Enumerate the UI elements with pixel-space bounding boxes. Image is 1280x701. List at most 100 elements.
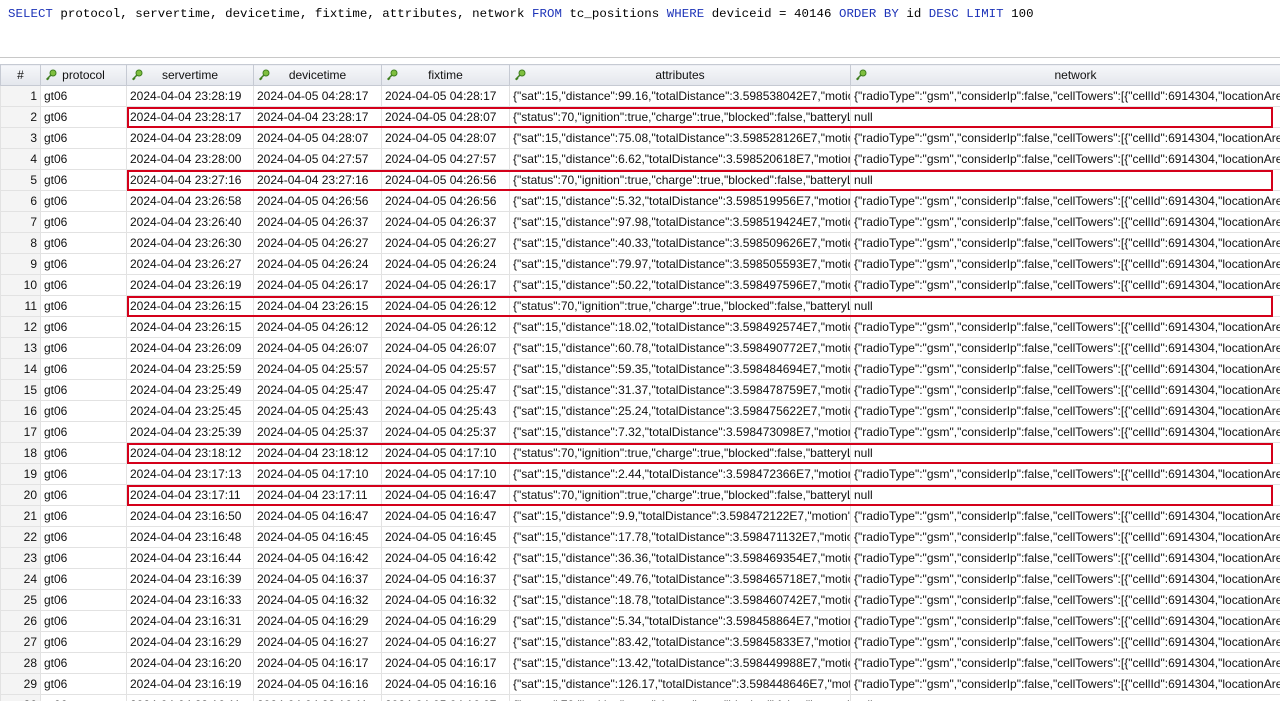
network-cell[interactable]: {"radioType":"gsm","considerIp":false,"c… xyxy=(850,463,1280,485)
attributes-cell[interactable]: {"sat":15,"distance":99.16,"totalDistanc… xyxy=(509,85,851,107)
protocol-cell[interactable]: gt06 xyxy=(40,358,127,380)
devicetime-cell[interactable]: 2024-04-05 04:25:57 xyxy=(253,358,382,380)
attributes-cell[interactable]: {"sat":15,"distance":17.78,"totalDistanc… xyxy=(509,526,851,548)
row-number[interactable]: 4 xyxy=(0,148,41,170)
network-cell[interactable]: {"radioType":"gsm","considerIp":false,"c… xyxy=(850,85,1280,107)
column-header-devicetime[interactable]: devicetime xyxy=(253,64,382,86)
protocol-cell[interactable]: gt06 xyxy=(40,253,127,275)
servertime-cell[interactable]: 2024-04-04 23:27:16 xyxy=(126,169,254,191)
attributes-cell[interactable]: {"sat":15,"distance":5.34,"totalDistance… xyxy=(509,610,851,632)
servertime-cell[interactable]: 2024-04-04 23:28:09 xyxy=(126,127,254,149)
attributes-cell[interactable]: {"sat":15,"distance":7.32,"totalDistance… xyxy=(509,421,851,443)
servertime-cell[interactable]: 2024-04-04 23:26:15 xyxy=(126,295,254,317)
network-cell[interactable]: {"radioType":"gsm","considerIp":false,"c… xyxy=(850,652,1280,674)
devicetime-cell[interactable]: 2024-04-05 04:16:45 xyxy=(253,526,382,548)
devicetime-cell[interactable]: 2024-04-04 23:16:11 xyxy=(253,694,382,701)
protocol-cell[interactable]: gt06 xyxy=(40,484,127,506)
table-row[interactable]: 20 gt06 2024-04-04 23:17:11 2024-04-04 23:1… xyxy=(0,484,1280,506)
fixtime-cell[interactable]: 2024-04-05 04:27:57 xyxy=(381,148,510,170)
protocol-cell[interactable]: gt06 xyxy=(40,526,127,548)
attributes-cell[interactable]: {"sat":15,"distance":9.9,"totalDistance"… xyxy=(509,505,851,527)
row-number[interactable]: 28 xyxy=(0,652,41,674)
devicetime-cell[interactable]: 2024-04-05 04:16:16 xyxy=(253,673,382,695)
protocol-cell[interactable]: gt06 xyxy=(40,148,127,170)
servertime-cell[interactable]: 2024-04-04 23:18:12 xyxy=(126,442,254,464)
servertime-cell[interactable]: 2024-04-04 23:25:39 xyxy=(126,421,254,443)
fixtime-cell[interactable]: 2024-04-05 04:26:12 xyxy=(381,295,510,317)
fixtime-cell[interactable]: 2024-04-05 04:25:47 xyxy=(381,379,510,401)
servertime-cell[interactable]: 2024-04-04 23:17:13 xyxy=(126,463,254,485)
protocol-cell[interactable]: gt06 xyxy=(40,337,127,359)
network-cell[interactable]: {"radioType":"gsm","considerIp":false,"c… xyxy=(850,610,1280,632)
attributes-cell[interactable]: {"sat":15,"distance":31.37,"totalDistanc… xyxy=(509,379,851,401)
row-number[interactable]: 2 xyxy=(0,106,41,128)
row-number[interactable]: 12 xyxy=(0,316,41,338)
devicetime-cell[interactable]: 2024-04-05 04:28:17 xyxy=(253,85,382,107)
servertime-cell[interactable]: 2024-04-04 23:25:49 xyxy=(126,379,254,401)
row-number[interactable]: 22 xyxy=(0,526,41,548)
protocol-cell[interactable]: gt06 xyxy=(40,190,127,212)
table-row[interactable]: 10 gt06 2024-04-04 23:26:19 2024-04-05 04:2… xyxy=(0,274,1280,296)
row-number[interactable]: 25 xyxy=(0,589,41,611)
network-cell[interactable]: {"radioType":"gsm","considerIp":false,"c… xyxy=(850,526,1280,548)
fixtime-cell[interactable]: 2024-04-05 04:16:32 xyxy=(381,589,510,611)
table-row[interactable]: 17 gt06 2024-04-04 23:25:39 2024-04-05 04:2… xyxy=(0,421,1280,443)
fixtime-cell[interactable]: 2024-04-05 04:16:37 xyxy=(381,568,510,590)
servertime-cell[interactable]: 2024-04-04 23:16:11 xyxy=(126,694,254,701)
devicetime-cell[interactable]: 2024-04-04 23:28:17 xyxy=(253,106,382,128)
fixtime-cell[interactable]: 2024-04-05 04:26:56 xyxy=(381,190,510,212)
row-number[interactable]: 13 xyxy=(0,337,41,359)
fixtime-cell[interactable]: 2024-04-05 04:25:57 xyxy=(381,358,510,380)
servertime-cell[interactable]: 2024-04-04 23:26:15 xyxy=(126,316,254,338)
devicetime-cell[interactable]: 2024-04-05 04:16:17 xyxy=(253,652,382,674)
column-header-servertime[interactable]: servertime xyxy=(126,64,254,86)
table-row[interactable]: 4 gt06 2024-04-04 23:28:00 2024-04-05 04:27… xyxy=(0,148,1280,170)
devicetime-cell[interactable]: 2024-04-05 04:25:47 xyxy=(253,379,382,401)
attributes-cell[interactable]: {"status":70,"ignition":true,"charge":tr… xyxy=(509,169,851,191)
network-cell[interactable]: null xyxy=(850,106,1280,128)
table-row[interactable]: 24 gt06 2024-04-04 23:16:39 2024-04-05 04:1… xyxy=(0,568,1280,590)
table-row[interactable]: 14 gt06 2024-04-04 23:25:59 2024-04-05 04:2… xyxy=(0,358,1280,380)
attributes-cell[interactable]: {"sat":15,"distance":40.33,"totalDistanc… xyxy=(509,232,851,254)
column-header-protocol[interactable]: protocol xyxy=(40,64,127,86)
table-row[interactable]: 5 gt06 2024-04-04 23:27:16 2024-04-04 23:27… xyxy=(0,169,1280,191)
table-row[interactable]: 30gt062024-04-04 23:16:112024-04-04 23:1… xyxy=(0,694,1280,701)
fixtime-cell[interactable]: 2024-04-05 04:28:07 xyxy=(381,106,510,128)
protocol-cell[interactable]: gt06 xyxy=(40,505,127,527)
fixtime-cell[interactable]: 2024-04-05 04:25:43 xyxy=(381,400,510,422)
column-header-attributes[interactable]: attributes xyxy=(509,64,851,86)
fixtime-cell[interactable]: 2024-04-05 04:16:07 xyxy=(381,694,510,701)
servertime-cell[interactable]: 2024-04-04 23:28:00 xyxy=(126,148,254,170)
row-number[interactable]: 23 xyxy=(0,547,41,569)
row-number[interactable]: 1 xyxy=(0,85,41,107)
devicetime-cell[interactable]: 2024-04-05 04:26:27 xyxy=(253,232,382,254)
attributes-cell[interactable]: {"sat":15,"distance":49.76,"totalDistanc… xyxy=(509,568,851,590)
sql-query-editor[interactable]: SELECT protocol, servertime, devicetime,… xyxy=(0,0,1280,58)
row-number[interactable]: 21 xyxy=(0,505,41,527)
network-cell[interactable]: null xyxy=(850,694,1280,701)
protocol-cell[interactable]: gt06 xyxy=(40,127,127,149)
fixtime-cell[interactable]: 2024-04-05 04:26:17 xyxy=(381,274,510,296)
network-cell[interactable]: {"radioType":"gsm","considerIp":false,"c… xyxy=(850,253,1280,275)
fixtime-cell[interactable]: 2024-04-05 04:16:16 xyxy=(381,673,510,695)
table-row[interactable]: 2 gt06 2024-04-04 23:28:17 2024-04-04 23:28… xyxy=(0,106,1280,128)
network-cell[interactable]: {"radioType":"gsm","considerIp":false,"c… xyxy=(850,316,1280,338)
table-row[interactable]: 25 gt06 2024-04-04 23:16:33 2024-04-05 04:1… xyxy=(0,589,1280,611)
servertime-cell[interactable]: 2024-04-04 23:16:48 xyxy=(126,526,254,548)
attributes-cell[interactable]: {"sat":15,"distance":5.32,"totalDistance… xyxy=(509,190,851,212)
servertime-cell[interactable]: 2024-04-04 23:16:50 xyxy=(126,505,254,527)
servertime-cell[interactable]: 2024-04-04 23:26:40 xyxy=(126,211,254,233)
attributes-cell[interactable]: {"status":70,"ignition":true,"charge":tr… xyxy=(509,484,851,506)
protocol-cell[interactable]: gt06 xyxy=(40,589,127,611)
devicetime-cell[interactable]: 2024-04-05 04:26:07 xyxy=(253,337,382,359)
fixtime-cell[interactable]: 2024-04-05 04:17:10 xyxy=(381,442,510,464)
devicetime-cell[interactable]: 2024-04-05 04:16:27 xyxy=(253,631,382,653)
network-cell[interactable]: {"radioType":"gsm","considerIp":false,"c… xyxy=(850,211,1280,233)
row-number[interactable]: 15 xyxy=(0,379,41,401)
row-number[interactable]: 20 xyxy=(0,484,41,506)
protocol-cell[interactable]: gt06 xyxy=(40,610,127,632)
devicetime-cell[interactable]: 2024-04-05 04:26:37 xyxy=(253,211,382,233)
table-row[interactable]: 1 gt06 2024-04-04 23:28:19 2024-04-05 04:28… xyxy=(0,85,1280,107)
column-header-network[interactable]: network xyxy=(850,64,1280,86)
table-row[interactable]: 9 gt06 2024-04-04 23:26:27 2024-04-05 04:26… xyxy=(0,253,1280,275)
